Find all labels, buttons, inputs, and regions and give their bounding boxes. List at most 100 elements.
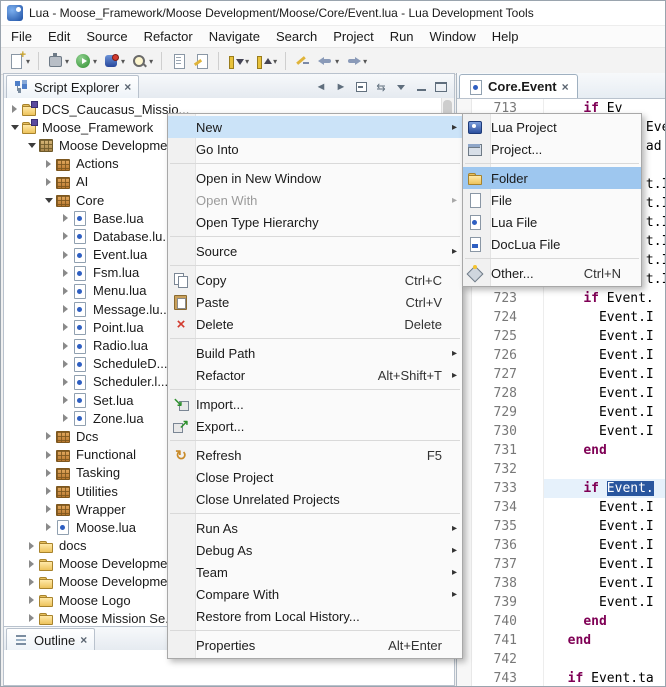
menu-item-source[interactable]: Source▸ (168, 240, 462, 262)
tab-script-explorer[interactable]: Script Explorer × (6, 75, 139, 98)
minimize-icon[interactable] (412, 79, 430, 95)
menu-item-export[interactable]: Export... (168, 415, 462, 437)
expander-icon[interactable] (42, 160, 55, 168)
dropdown-caret-icon[interactable]: ▾ (149, 57, 153, 66)
expander-icon[interactable] (59, 287, 72, 295)
forward-history-button[interactable]: ▾ (343, 50, 369, 72)
collapse-all-icon[interactable] (352, 79, 370, 95)
menubar-item-help[interactable]: Help (484, 27, 527, 46)
code-line-727[interactable]: 727 Event.I (472, 365, 665, 384)
code-line-725[interactable]: 725 Event.I (472, 327, 665, 346)
expander-icon[interactable] (42, 178, 55, 186)
close-editor-tab-icon[interactable]: × (562, 81, 569, 93)
menubar-item-project[interactable]: Project (325, 27, 381, 46)
editor-action-1-button[interactable] (168, 50, 189, 72)
code-line-732[interactable]: 732 (472, 460, 665, 479)
new-wizard-button[interactable]: ▾ (6, 50, 32, 72)
code-line-737[interactable]: 737 Event.I (472, 555, 665, 574)
back-icon[interactable]: ◄ (312, 79, 330, 95)
menu-item-debug-as[interactable]: Debug As▸ (168, 539, 462, 561)
expander-icon[interactable] (59, 360, 72, 368)
menubar-item-run[interactable]: Run (382, 27, 422, 46)
lua-launch-button[interactable]: ▾ (101, 50, 127, 72)
submenu-item-lua-file[interactable]: Lua File (463, 211, 641, 233)
expander-icon[interactable] (59, 396, 72, 404)
expander-icon[interactable] (42, 432, 55, 440)
back-history-button[interactable]: ▾ (315, 50, 341, 72)
code-line-743[interactable]: 743 if Event.ta (472, 669, 665, 686)
submenu-item-lua-project[interactable]: Lua Project (463, 116, 641, 138)
menu-item-compare-with[interactable]: Compare With▸ (168, 583, 462, 605)
code-line-726[interactable]: 726 Event.I (472, 346, 665, 365)
last-edit-location-button[interactable] (292, 50, 313, 72)
code-line-728[interactable]: 728 Event.I (472, 384, 665, 403)
menu-item-close-project[interactable]: Close Project (168, 466, 462, 488)
dropdown-caret-icon[interactable]: ▾ (26, 57, 30, 66)
submenu-item-file[interactable]: File (463, 189, 641, 211)
code-line-741[interactable]: 741 end (472, 631, 665, 650)
menu-item-open-in-new-window[interactable]: Open in New Window (168, 167, 462, 189)
submenu-item-other[interactable]: Other...Ctrl+N (463, 262, 641, 284)
expander-icon[interactable] (25, 542, 38, 550)
code-line-739[interactable]: 739 Event.I (472, 593, 665, 612)
expander-icon[interactable] (25, 143, 38, 148)
code-line-736[interactable]: 736 Event.I (472, 536, 665, 555)
dropdown-caret-icon[interactable]: ▾ (245, 57, 249, 66)
menubar-item-navigate[interactable]: Navigate (201, 27, 268, 46)
menu-item-open-with[interactable]: Open With▸ (168, 189, 462, 211)
expander-icon[interactable] (59, 305, 72, 313)
code-line-730[interactable]: 730 Event.I (472, 422, 665, 441)
tab-outline[interactable]: Outline × (6, 628, 95, 651)
menu-item-team[interactable]: Team▸ (168, 561, 462, 583)
run-button[interactable]: ▾ (73, 50, 99, 72)
menubar-item-edit[interactable]: Edit (40, 27, 78, 46)
menubar-item-search[interactable]: Search (268, 27, 325, 46)
submenu-item-project[interactable]: Project... (463, 138, 641, 160)
code-line-738[interactable]: 738 Event.I (472, 574, 665, 593)
expander-icon[interactable] (8, 125, 21, 130)
expander-icon[interactable] (59, 269, 72, 277)
expander-icon[interactable] (25, 560, 38, 568)
editor-action-2-button[interactable] (191, 50, 212, 72)
code-line-735[interactable]: 735 Event.I (472, 517, 665, 536)
expander-icon[interactable] (42, 469, 55, 477)
menu-item-new[interactable]: New▸ (168, 116, 462, 138)
menu-item-go-into[interactable]: Go Into (168, 138, 462, 160)
expander-icon[interactable] (25, 596, 38, 604)
maximize-icon[interactable] (432, 79, 450, 95)
expander-icon[interactable] (42, 451, 55, 459)
menu-item-build-path[interactable]: Build Path▸ (168, 342, 462, 364)
close-view-icon[interactable]: × (124, 81, 131, 93)
expander-icon[interactable] (25, 614, 38, 622)
expander-icon[interactable] (59, 323, 72, 331)
dropdown-caret-icon[interactable]: ▾ (65, 57, 69, 66)
expander-icon[interactable] (42, 505, 55, 513)
dropdown-caret-icon[interactable]: ▾ (121, 57, 125, 66)
code-line-733[interactable]: 733 if Event. (472, 479, 665, 498)
dropdown-caret-icon[interactable]: ▾ (363, 57, 367, 66)
expander-icon[interactable] (59, 232, 72, 240)
close-outline-icon[interactable]: × (80, 634, 87, 646)
tab-core-event[interactable]: Core.Event × (459, 74, 578, 98)
forward-icon[interactable]: ► (332, 79, 350, 95)
dropdown-caret-icon[interactable]: ▾ (273, 57, 277, 66)
expander-icon[interactable] (59, 214, 72, 222)
code-line-734[interactable]: 734 Event.I (472, 498, 665, 517)
expander-icon[interactable] (59, 251, 72, 259)
menu-item-delete[interactable]: DeleteDelete (168, 313, 462, 335)
expander-icon[interactable] (59, 378, 72, 386)
menu-item-properties[interactable]: PropertiesAlt+Enter (168, 634, 462, 656)
code-line-742[interactable]: 742 (472, 650, 665, 669)
menu-item-refresh[interactable]: RefreshF5 (168, 444, 462, 466)
dropdown-caret-icon[interactable]: ▾ (93, 57, 97, 66)
next-annotation-button[interactable]: ▾ (225, 50, 251, 72)
expander-icon[interactable] (42, 198, 55, 203)
menubar-item-file[interactable]: File (3, 27, 40, 46)
menu-item-open-type-hierarchy[interactable]: Open Type Hierarchy (168, 211, 462, 233)
menu-item-run-as[interactable]: Run As▸ (168, 517, 462, 539)
view-menu-icon[interactable] (392, 79, 410, 95)
submenu-item-doclua-file[interactable]: DocLua File (463, 233, 641, 255)
code-line-731[interactable]: 731 end (472, 441, 665, 460)
dropdown-caret-icon[interactable]: ▾ (335, 57, 339, 66)
code-line-724[interactable]: 724 Event.I (472, 308, 665, 327)
